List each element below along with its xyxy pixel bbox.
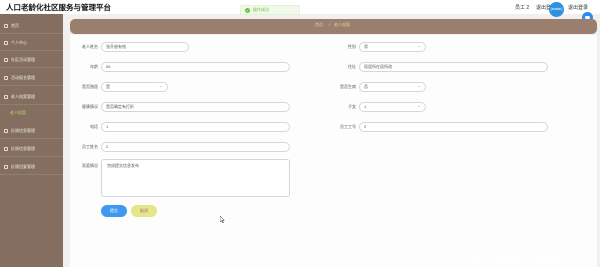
breadcrumb-home[interactable]: 首页 xyxy=(315,22,323,28)
sidebar-item-activities[interactable]: 社区活动管理 xyxy=(0,52,63,68)
avatar[interactable]: [avatar] xyxy=(549,2,564,17)
health-label: 健康情况 xyxy=(82,104,98,109)
logout-right-link[interactable]: 退出登录 xyxy=(568,4,588,11)
menu-icon xyxy=(4,164,8,169)
alone-label: 是否独居 xyxy=(82,84,98,89)
submit-button[interactable]: 提交 xyxy=(101,205,127,217)
sidebar-item-label: 反馈信息管理 xyxy=(11,127,35,133)
sidebar-subitem-label: 老人档案 xyxy=(10,109,26,115)
menu-icon xyxy=(4,94,8,99)
menu-icon xyxy=(4,128,8,133)
sidebar-item-home[interactable]: 首页 xyxy=(0,18,63,34)
sidebar-item-label: 首页 xyxy=(11,22,19,28)
sidebar-item-replies[interactable]: 反馈回复管理 xyxy=(0,159,63,175)
age-label: 年龄 xyxy=(90,64,98,69)
sidebar-item-elder-archives[interactable]: 老人档案管理 xyxy=(0,89,63,105)
watermark: CSDN @计算机毕设指导6 xyxy=(467,254,561,263)
staff-no-input[interactable]: 2 xyxy=(359,122,548,132)
gender-label: 性别 xyxy=(348,44,356,49)
cancel-button[interactable]: 取消 xyxy=(131,205,157,217)
user-role: 员工 2 xyxy=(515,5,530,11)
sidebar-item-label: 反馈回复管理 xyxy=(11,163,35,169)
phone-label: 电话 xyxy=(90,124,98,129)
self-care-select[interactable]: 否 xyxy=(359,82,426,92)
sidebar-item-label: 老人档案管理 xyxy=(11,93,35,99)
sidebar: 首页 个人中心 社区活动管理 活动报名管理 老人档案管理 老人档案 反馈信息管理… xyxy=(0,14,63,267)
staff-name-input[interactable]: 2 xyxy=(101,142,290,152)
sidebar-item-feedback-2[interactable]: 反馈信息管理 xyxy=(0,141,63,157)
children-label: 子女 xyxy=(348,104,356,109)
top-bar: 人口老龄化社区服务与管理平台 ✓ 操作成功 员工 2 退出登录 [avatar]… xyxy=(0,0,600,17)
sidebar-item-profile[interactable]: 个人中心 xyxy=(0,35,63,51)
sidebar-item-feedback[interactable]: 反馈信息管理 xyxy=(0,123,63,139)
sidebar-item-registration[interactable]: 活动报名管理 xyxy=(0,70,63,86)
children-select[interactable]: 1 xyxy=(359,102,426,112)
breadcrumb-separator: / xyxy=(329,22,331,27)
menu-icon xyxy=(4,146,8,151)
menu-icon xyxy=(4,57,8,62)
staff-no-label: 员工工号 xyxy=(340,124,356,129)
sidebar-item-label: 个人中心 xyxy=(11,39,27,45)
mouse-cursor-icon xyxy=(220,216,225,223)
health-input[interactable]: 是否确定有打折 xyxy=(101,102,290,112)
remark-label: 家庭情况 xyxy=(82,163,98,168)
sidebar-item-label: 反馈信息管理 xyxy=(11,145,35,151)
phone-input[interactable]: 1 xyxy=(101,122,290,132)
sidebar-item-label: 活动报名管理 xyxy=(11,74,35,80)
menu-icon xyxy=(4,23,8,28)
name-label: 老人姓名 xyxy=(82,44,98,49)
age-input[interactable]: 65 xyxy=(101,62,290,72)
sidebar-subitem-elder-archive[interactable]: 老人档案 xyxy=(0,107,63,118)
address-label: 住址 xyxy=(348,64,356,69)
name-input[interactable]: 张开放有钱 xyxy=(101,42,189,52)
self-care-label: 是否生病 xyxy=(340,84,356,89)
address-input[interactable]: 现居所在居所改 xyxy=(359,62,548,72)
sidebar-item-label: 社区活动管理 xyxy=(11,56,35,62)
app-title: 人口老龄化社区服务与管理平台 xyxy=(6,3,111,12)
menu-icon xyxy=(4,40,8,45)
success-toast: ✓ 操作成功 xyxy=(240,5,300,15)
menu-icon xyxy=(4,75,8,80)
check-circle-icon: ✓ xyxy=(245,7,250,13)
breadcrumb-current: 老人档案 xyxy=(334,22,350,27)
toast-message: 操作成功 xyxy=(253,7,269,12)
alone-select[interactable]: 是 xyxy=(101,82,168,92)
remark-textarea[interactable]: 完成提交信息发布 xyxy=(101,159,290,197)
gender-select[interactable]: 男 xyxy=(359,42,426,52)
staff-name-label: 员工姓名 xyxy=(82,144,98,149)
